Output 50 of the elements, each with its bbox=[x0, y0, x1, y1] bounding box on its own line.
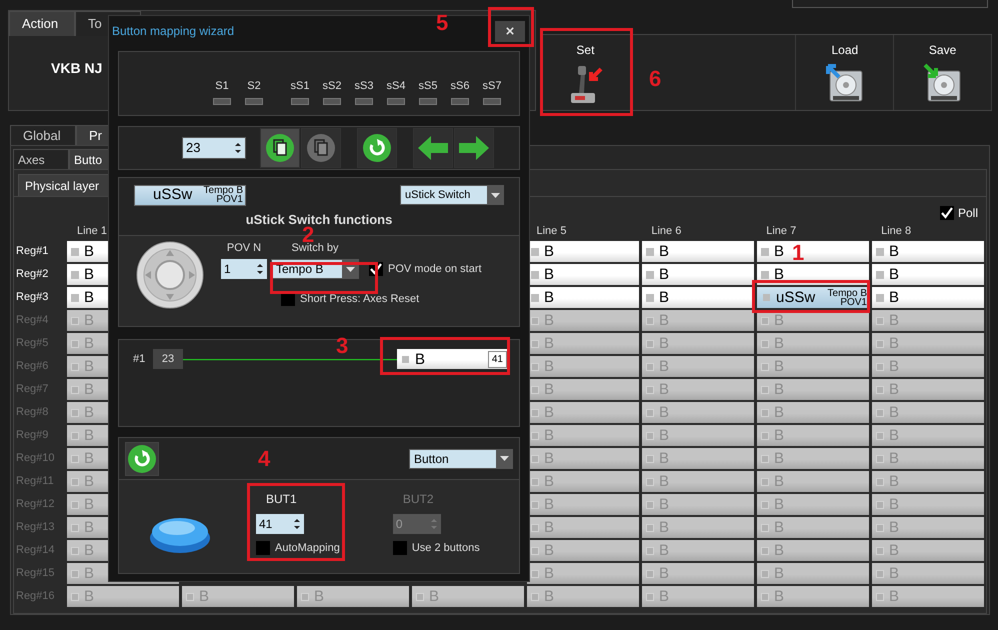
annotation-number: 3 bbox=[336, 335, 348, 357]
shift-label: sS2 bbox=[322, 78, 342, 94]
shift-label: sS4 bbox=[386, 78, 406, 94]
number-field: 0 bbox=[392, 514, 441, 534]
row-label: Reg#15 bbox=[15, 566, 56, 582]
row-label: Reg#10 bbox=[15, 451, 56, 466]
row-label: Reg#9 bbox=[15, 428, 50, 444]
column-header: Line 8 bbox=[881, 224, 912, 237]
annotation-number: 1 bbox=[792, 242, 804, 264]
row-label: Reg#1 bbox=[15, 244, 50, 260]
row-label: Reg#2 bbox=[15, 267, 50, 282]
shift-label: sS6 bbox=[450, 78, 470, 94]
checkbox-label: Use 2 buttons bbox=[412, 541, 480, 556]
column-header: Line 5 bbox=[536, 224, 566, 237]
checkbox-label: Short Press: Axes Reset bbox=[300, 292, 420, 307]
link-index: #1 bbox=[133, 352, 146, 367]
shift-label: sS1 bbox=[290, 78, 310, 94]
field-label: BUT2 bbox=[402, 491, 435, 508]
column-header: Line 6 bbox=[651, 224, 682, 237]
row-label: Reg#14 bbox=[15, 543, 56, 558]
row-label: Reg#16 bbox=[15, 589, 56, 604]
checkbox-label: Poll bbox=[958, 205, 978, 222]
row-label: Reg#7 bbox=[15, 382, 50, 398]
annotation-number: 5 bbox=[436, 12, 448, 34]
source-number: 23 bbox=[153, 349, 183, 369]
row-label: Reg#5 bbox=[15, 336, 50, 352]
row-label: Reg#12 bbox=[15, 497, 56, 512]
row-label: Reg#8 bbox=[15, 405, 50, 420]
section-heading: uStick Switch functions bbox=[246, 211, 392, 227]
column-header: Line 1 bbox=[77, 224, 107, 237]
shift-label: sS7 bbox=[482, 78, 502, 94]
field-label: BUT1 bbox=[266, 491, 298, 508]
row-label: Reg#6 bbox=[15, 359, 50, 374]
checkbox-label: POV mode on start bbox=[388, 262, 482, 277]
checkbox-label: AutoMapping bbox=[275, 541, 340, 556]
shift-label: sS5 bbox=[418, 78, 438, 94]
annotation-number: 4 bbox=[258, 448, 270, 470]
annotation-number: 6 bbox=[649, 68, 662, 90]
row-label: Reg#4 bbox=[15, 313, 50, 328]
shift-label: sS3 bbox=[354, 78, 374, 94]
dialog-title: Button mapping wizard bbox=[112, 23, 234, 40]
field-label: POV N bbox=[226, 240, 262, 256]
shift-label: S2 bbox=[247, 78, 261, 94]
row-label: Reg#13 bbox=[15, 520, 56, 536]
column-header: Line 7 bbox=[766, 224, 796, 237]
device-name: VKB NJ bbox=[51, 59, 102, 78]
row-label: Reg#11 bbox=[15, 474, 55, 490]
function-preview: uSSw Tempo B POV1 bbox=[134, 184, 246, 206]
row-label: Reg#3 bbox=[15, 290, 50, 306]
shift-label: S1 bbox=[215, 78, 229, 94]
